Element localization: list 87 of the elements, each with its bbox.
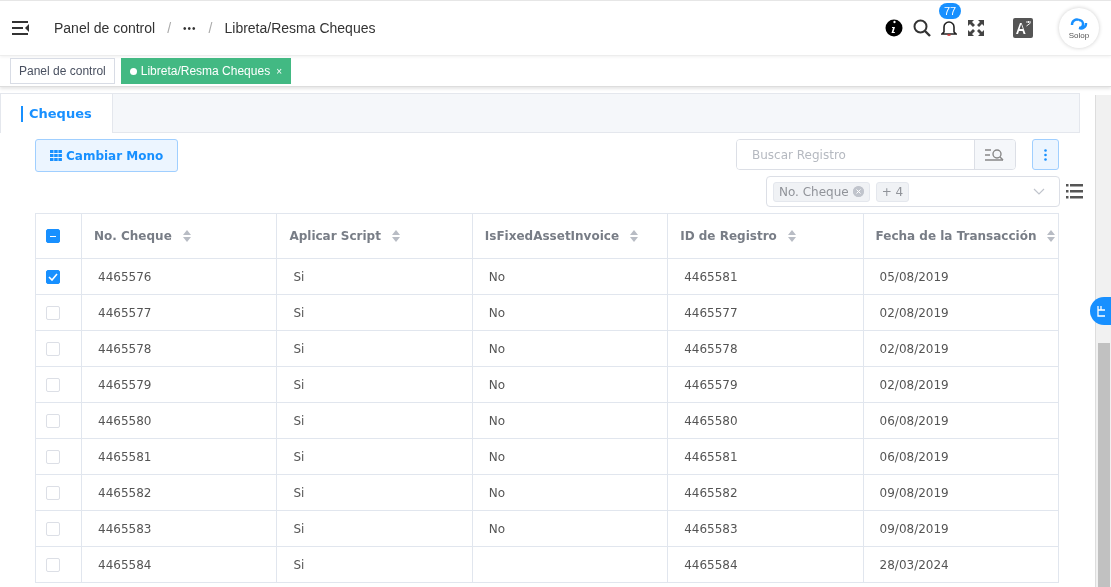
table-cell: No (488, 413, 506, 428)
search-field[interactable]: Buscar Registro (736, 139, 1016, 170)
table-cell: 4465584 (98, 557, 152, 572)
tag-label: No. Cheque (779, 184, 849, 199)
column-header: IsFixedAssetInvoice (484, 229, 620, 243)
table-cell: Si (293, 485, 305, 500)
table-cell: 06/08/2019 (879, 449, 949, 464)
table-cell: 4465577 (98, 305, 152, 320)
open-tab[interactable]: Panel de control (10, 58, 115, 84)
table-cell: No (488, 449, 506, 464)
logo-icon (1068, 16, 1090, 31)
checkbox[interactable] (46, 269, 60, 284)
table-cell: 05/08/2019 (879, 269, 949, 284)
table-cell: No (488, 485, 506, 500)
table-cell: 4465579 (684, 377, 738, 392)
table-cell: 4465576 (98, 269, 152, 284)
table-cell: 4465581 (684, 269, 738, 284)
more-options-button[interactable] (1032, 139, 1059, 170)
tab-label: Libreta/Resma Cheques (140, 64, 271, 78)
panel-icon (1095, 305, 1106, 317)
table-cell: 4465583 (98, 521, 152, 536)
sort-icon[interactable] (390, 229, 401, 243)
table-cell: Si (293, 377, 305, 392)
column-header: Aplicar Script (289, 229, 381, 243)
sort-icon[interactable] (629, 229, 640, 243)
table-cell: No (488, 305, 506, 320)
more-icon (1044, 148, 1047, 161)
checkbox[interactable] (46, 229, 60, 244)
table-cell: No (488, 269, 506, 284)
table-cell: Si (293, 269, 305, 284)
search-button[interactable] (974, 140, 1015, 169)
table-cell: 4465583 (684, 521, 738, 536)
table-cell: 4465581 (684, 449, 738, 464)
breadcrumb-link[interactable]: ••• (183, 22, 197, 34)
fullscreen-icon[interactable] (967, 19, 985, 37)
breadcrumb-separator: / (167, 20, 172, 36)
bell-icon[interactable] (941, 19, 957, 37)
breadcrumb-link[interactable]: Libreta/Resma Cheques (224, 20, 376, 36)
table-cell: 02/08/2019 (879, 341, 949, 356)
breadcrumb-link[interactable]: Panel de control (54, 20, 156, 36)
table-cell: No (488, 377, 506, 392)
table-cell: Si (293, 305, 305, 320)
notification-badge: 77 (939, 3, 962, 19)
table-cell: 4465580 (98, 413, 152, 428)
scrollbar[interactable] (1095, 95, 1111, 587)
table-cell: 4465579 (98, 377, 152, 392)
table-cell: 4465582 (684, 485, 738, 500)
search-list-icon (984, 147, 1006, 162)
table-cell: 4465580 (684, 413, 738, 428)
table-cell: 4465578 (684, 341, 738, 356)
column-header: Fecha de la Transacción (875, 229, 1037, 243)
avatar-label: Solop (1068, 30, 1090, 40)
grid-icon (50, 150, 62, 161)
more-tags-count: + 4 (875, 181, 910, 202)
translate-icon[interactable] (1013, 18, 1033, 38)
table-cell: 4465584 (684, 557, 738, 572)
sort-icon[interactable] (786, 229, 797, 243)
table-cell: No (488, 341, 506, 356)
table-cell: 4465577 (684, 305, 738, 320)
remove-tag-icon[interactable] (852, 186, 864, 197)
table-cell: 06/08/2019 (879, 413, 949, 428)
table-cell: Si (293, 557, 305, 572)
search-icon[interactable] (913, 19, 931, 37)
sort-icon[interactable] (1046, 229, 1057, 243)
table-cell: Si (293, 341, 305, 356)
list-icon[interactable] (1066, 184, 1083, 199)
column-header: ID de Registro (680, 229, 777, 243)
table-cell: 09/08/2019 (879, 485, 949, 500)
table-cell: 02/08/2019 (879, 377, 949, 392)
sort-icon[interactable] (181, 229, 192, 243)
table-cell: Si (293, 413, 305, 428)
table-cell: 4465578 (98, 341, 152, 356)
info-icon[interactable] (885, 19, 903, 37)
table-cell: 09/08/2019 (879, 521, 949, 536)
table-cell: 28/03/2024 (879, 557, 949, 572)
table-cell: No (488, 521, 506, 536)
tab-label: Panel de control (19, 64, 106, 78)
menu-icon[interactable] (12, 21, 30, 35)
active-dot-icon (129, 67, 137, 75)
table-cell: 02/08/2019 (879, 305, 949, 320)
floating-button[interactable] (1090, 297, 1111, 325)
table-cell: Si (293, 449, 305, 464)
breadcrumb-separator: / (208, 20, 213, 36)
table-cell: 4465581 (98, 449, 152, 464)
table-cell: 4465582 (98, 485, 152, 500)
column-header: No. Cheque (94, 229, 172, 243)
table-cell: Si (293, 521, 305, 536)
